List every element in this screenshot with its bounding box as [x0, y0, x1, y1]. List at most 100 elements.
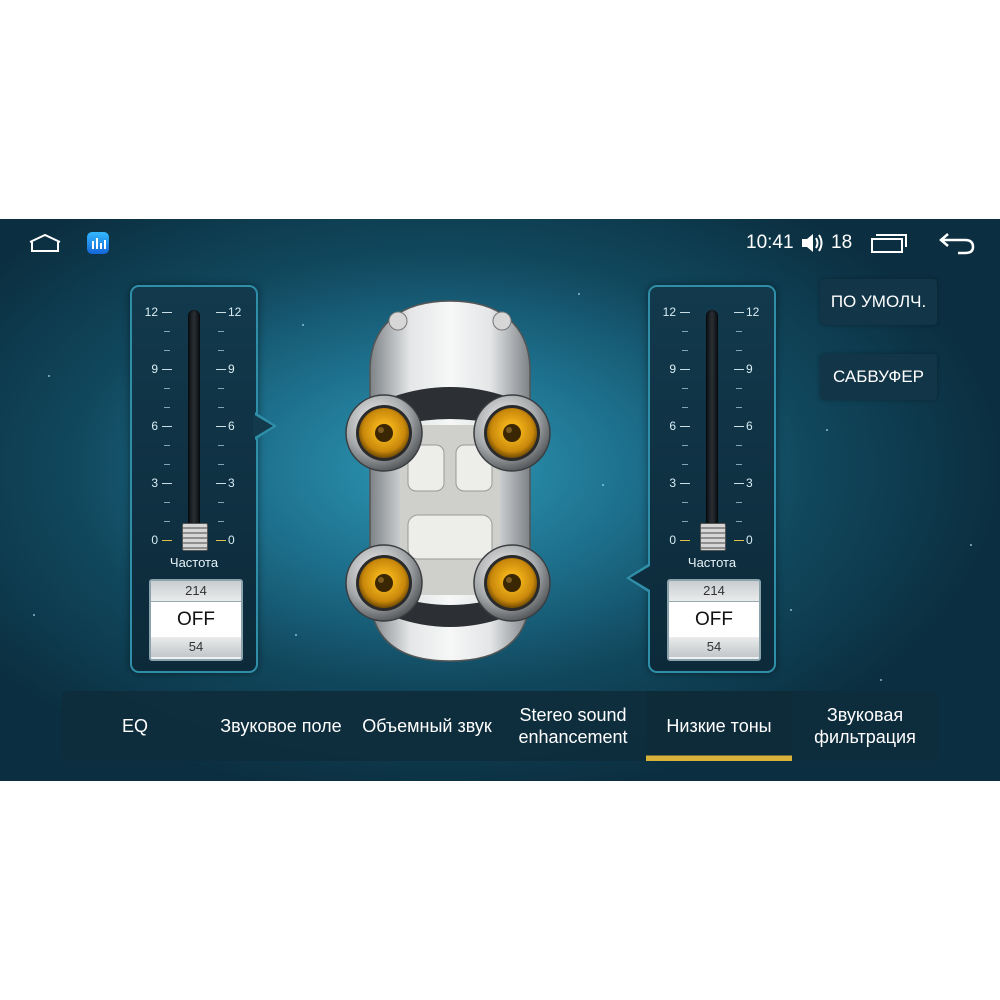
tick-mark-minor	[682, 331, 688, 332]
tick-label: 3	[228, 476, 235, 490]
tick-mark-minor	[682, 407, 688, 408]
tick-mark-minor	[736, 350, 742, 351]
tick-mark-minor	[682, 464, 688, 465]
tick-mark	[162, 426, 172, 427]
tick-mark-minor	[736, 407, 742, 408]
tick-mark	[216, 426, 226, 427]
tab-1[interactable]: EQ	[62, 691, 208, 761]
tick-label: 3	[669, 476, 676, 490]
slider-thumb[interactable]	[700, 523, 726, 551]
tick-label: 12	[228, 305, 242, 319]
frequency-picker[interactable]: 214 OFF 54	[149, 579, 243, 661]
speaker-icon[interactable]	[344, 543, 424, 628]
star	[790, 609, 792, 611]
tab-4[interactable]: Stereo sound enhancement	[500, 691, 646, 761]
screen: 10:41 18 12 12 9 9 6 6 3 3 0 0 Частота 214 OFF 54	[0, 219, 1000, 781]
tab-5[interactable]: Низкие тоны	[646, 691, 792, 761]
subwoofer-button[interactable]: САБВУФЕР	[820, 354, 937, 400]
tick-mark	[216, 483, 226, 484]
tab-3[interactable]: Объемный звук	[354, 691, 500, 761]
tick-mark-minor	[164, 407, 170, 408]
tab-2[interactable]: Звуковое поле	[208, 691, 354, 761]
tick-mark-minor	[218, 388, 224, 389]
tick-mark-minor	[736, 521, 742, 522]
slider-track[interactable]	[706, 310, 718, 546]
tick-mark-minor	[736, 502, 742, 503]
volume-icon[interactable]	[800, 231, 826, 260]
car-speaker-illustration	[340, 297, 560, 672]
tick-label: 3	[746, 476, 753, 490]
frequency-label: Частота	[687, 555, 737, 570]
tick-label: 12	[746, 305, 760, 319]
volume-level: 18	[831, 232, 853, 253]
tick-mark-minor	[164, 350, 170, 351]
tick-mark	[680, 426, 690, 427]
right-slider-panel: 12 12 9 9 6 6 3 3 0 0 Частота 214 OFF 54	[648, 285, 776, 673]
slider-thumb[interactable]	[182, 523, 208, 551]
speaker-icon[interactable]	[472, 543, 552, 628]
clock: 10:41	[746, 232, 794, 253]
tick-mark	[680, 312, 690, 313]
tick-mark-minor	[682, 445, 688, 446]
tick-mark-minor	[218, 407, 224, 408]
tick-label: 0	[669, 533, 676, 547]
tick-label: 6	[151, 419, 158, 433]
left-slider-panel: 12 12 9 9 6 6 3 3 0 0 Частота 214 OFF 54	[130, 285, 258, 673]
equalizer-app-icon[interactable]	[87, 232, 109, 254]
tick-mark	[734, 312, 744, 313]
pointer-arrow	[626, 564, 650, 592]
tick-label: 9	[151, 362, 158, 376]
tick-mark	[680, 483, 690, 484]
picker-next-value[interactable]: 54	[669, 637, 759, 657]
speaker-icon[interactable]	[344, 393, 424, 478]
frequency-picker[interactable]: 214 OFF 54	[667, 579, 761, 661]
tick-mark	[734, 540, 744, 541]
tick-mark	[162, 483, 172, 484]
status-bar: 10:41 18	[0, 219, 1000, 267]
star	[295, 634, 297, 636]
tick-mark-minor	[736, 445, 742, 446]
tick-mark	[216, 540, 226, 541]
star	[602, 484, 604, 486]
tick-label: 9	[669, 362, 676, 376]
slider-track[interactable]	[188, 310, 200, 546]
recent-apps-icon[interactable]	[870, 232, 908, 259]
tick-label: 12	[144, 305, 158, 319]
star	[33, 614, 35, 616]
tick-mark	[162, 369, 172, 370]
tick-mark	[734, 426, 744, 427]
picker-selected-value[interactable]: OFF	[151, 601, 241, 639]
picker-prev-value[interactable]: 214	[669, 581, 759, 601]
speaker-icon[interactable]	[472, 393, 552, 478]
tick-label: 6	[746, 419, 753, 433]
tick-label: 12	[662, 305, 676, 319]
tick-mark-minor	[736, 388, 742, 389]
tick-mark	[216, 369, 226, 370]
tick-mark-minor	[218, 521, 224, 522]
tick-mark-minor	[164, 445, 170, 446]
picker-prev-value[interactable]: 214	[151, 581, 241, 601]
tick-mark	[680, 369, 690, 370]
tick-label: 0	[228, 533, 235, 547]
tick-mark-minor	[682, 521, 688, 522]
star	[970, 544, 972, 546]
back-icon[interactable]	[938, 230, 976, 261]
picker-selected-value[interactable]: OFF	[669, 601, 759, 639]
tick-mark-minor	[218, 445, 224, 446]
home-icon[interactable]	[28, 233, 62, 258]
tick-label: 9	[228, 362, 235, 376]
tick-mark	[216, 312, 226, 313]
tick-mark-minor	[736, 331, 742, 332]
default-button[interactable]: ПО УМОЛЧ.	[820, 279, 937, 325]
star	[578, 293, 580, 295]
tick-mark	[734, 483, 744, 484]
tick-mark	[734, 369, 744, 370]
tick-mark-minor	[218, 350, 224, 351]
tick-mark	[680, 540, 690, 541]
star	[880, 679, 882, 681]
tick-label: 9	[746, 362, 753, 376]
tab-6[interactable]: Звуковая фильтрация	[792, 691, 938, 761]
tick-label: 6	[669, 419, 676, 433]
picker-next-value[interactable]: 54	[151, 637, 241, 657]
tick-mark-minor	[164, 331, 170, 332]
